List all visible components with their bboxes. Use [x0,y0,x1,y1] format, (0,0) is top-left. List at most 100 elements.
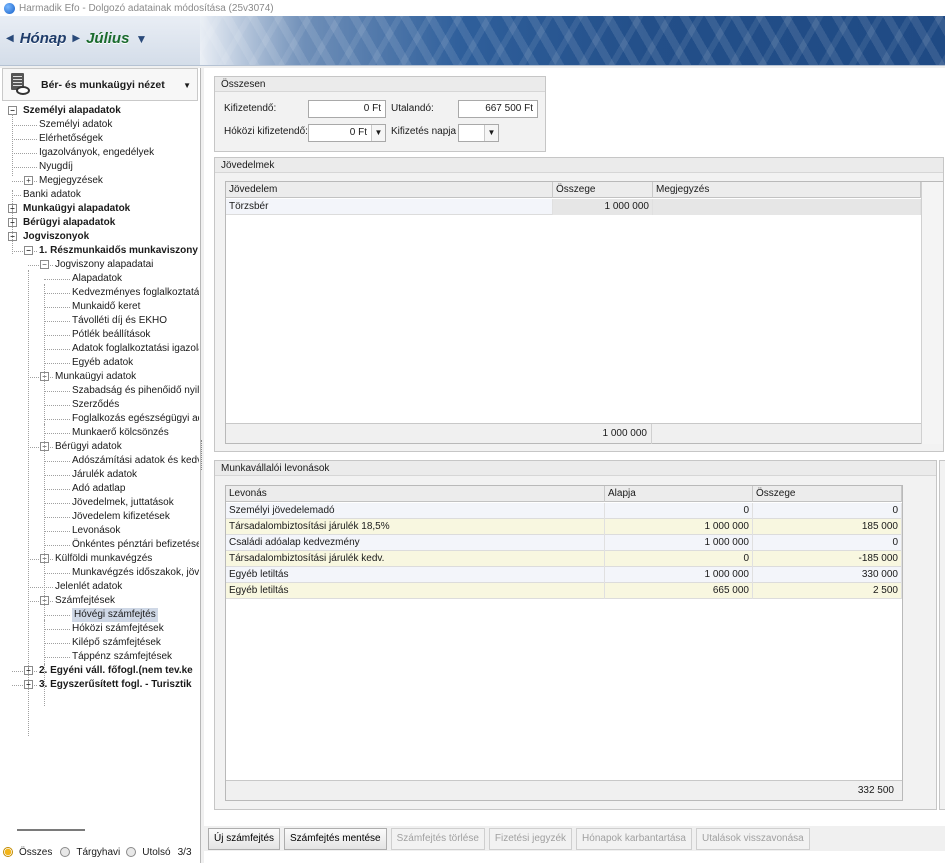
deduction-row[interactable]: Személyi jövedelemadó 0 0 [226,503,902,519]
tree-item[interactable]: +3. Egyszerűsített fogl. - Turisztik [0,678,199,692]
tree-guide-line [12,190,13,254]
tree-item[interactable]: Igazolványok, engedélyek [0,146,199,160]
income-column-header[interactable]: Megjegyzés [653,182,921,198]
tree-item[interactable]: − Munkaügyi adatok [0,370,199,384]
month-menu-icon[interactable]: ▼ [135,32,147,46]
tree-item[interactable]: Munkaerő kölcsönzés [0,426,199,440]
horizontal-scrollbar[interactable] [17,829,85,831]
payable-field[interactable]: 0 Ft [308,100,386,118]
tree-item[interactable]: − Jogviszonyok [0,230,199,244]
tree-connector [12,195,21,196]
tree-item[interactable]: + Munkaügyi alapadatok [0,202,199,216]
payslip-button[interactable]: Fizetési jegyzék [488,827,573,850]
tree-item[interactable]: +2. Egyéni váll. főfogl.(nem tev.ke [0,664,199,678]
deductions-column-header[interactable]: Levonás [226,486,605,502]
tree-item[interactable]: Szabadság és pihenőidő nyilvá [0,384,199,398]
transfer-field[interactable]: 667 500 Ft [458,100,538,118]
tree-item[interactable]: − Jogviszony alapadatai [0,258,199,272]
deductions-grid: Levonás Alapja Összege Személyi jövedelema… [225,485,903,801]
deductions-column-header[interactable]: Alapja [605,486,753,502]
new-payroll-button[interactable]: Új számfejtés [208,827,281,850]
tree-item[interactable]: Táppénz számfejtések [0,650,199,664]
app-icon [4,2,15,14]
deduction-row[interactable]: Társadalombiztosítási járulék kedv. 0 -185… [226,551,902,567]
collapse-icon[interactable]: − [24,246,33,255]
tree-item[interactable]: − Személyi alapadatok [0,104,199,118]
tree-item[interactable]: − Külföldi munkavégzés [0,552,199,566]
tree-connector [44,461,70,462]
tree-item[interactable]: Munkavégzés időszakok, jövec [0,566,199,580]
tree-item[interactable]: Adószámítási adatok és kedve [0,454,199,468]
filter-radio-group: Összes Tárgyhavi Utolsó 3/3 [0,844,199,860]
tree-item[interactable]: Adó adatlap [0,482,199,496]
deductions-title: Munkavállalói levonások [215,461,936,476]
month-maintenance-button[interactable]: Hónapok karbantartása [576,827,692,850]
tree-item-label: Igazolványok, engedélyek [39,147,155,158]
deduction-row[interactable]: Egyéb letiltás 1 000 000 330 000 [226,567,902,583]
tree-item[interactable]: + Bérügyi alapadatok [0,216,199,230]
panel-splitter[interactable] [201,440,203,470]
tree-connector [44,419,70,420]
tree-item[interactable]: Személyi adatok [0,118,199,132]
interim-payable-value: 0 Ft [349,127,367,138]
tree-item-label: Jogviszony alapadatai [55,259,154,270]
tree-item[interactable]: Távolléti díj és EKHO [0,314,199,328]
payday-combo[interactable]: ▼ [458,124,499,142]
tree-item[interactable]: −1. Részmunkaidős munkaviszony [0,244,199,258]
deduction-row[interactable]: Családi adóalap kedvezmény 1 000 000 0 [226,535,902,551]
tree-item[interactable]: Munkaidő keret [0,300,199,314]
tree-item-label: Munkavégzés időszakok, jövec [72,567,199,578]
tree-item[interactable]: − Bérügyi adatok [0,440,199,454]
tree-item[interactable]: Adatok foglalkoztatási igazolás [0,342,199,356]
tree-item[interactable]: Nyugdíj [0,160,199,174]
radio-monthly[interactable] [60,847,71,857]
tree-item[interactable]: Kedvezményes foglalkoztatás [0,286,199,300]
income-row[interactable]: Törzsbér 1 000 000 [226,199,921,215]
radio-last-label: Utolsó [142,846,171,858]
tree-item-label: Bérügyi alapadatok [23,217,116,228]
tree-item[interactable]: Szerződés [0,398,199,412]
interim-payable-combo[interactable]: 0 Ft ▼ [308,124,386,142]
tree-item[interactable]: Elérhetőségek [0,132,199,146]
tree-item[interactable]: Jövedelem kifizetések [0,510,199,524]
chevron-down-icon[interactable]: ▼ [371,125,385,141]
tree-item[interactable]: Hóközi számfejtések [0,622,199,636]
tree-item[interactable]: Jelenlét adatok [0,580,199,594]
next-period-icon[interactable]: ▶ [72,33,80,44]
tree-item-label: Jelenlét adatok [55,581,123,592]
chevron-down-icon[interactable]: ▼ [183,81,191,90]
tree-item[interactable]: Kilépő számfejtések [0,636,199,650]
tree-item[interactable]: Járulék adatok [0,468,199,482]
tree-item[interactable]: Levonások [0,524,199,538]
income-vertical-scrollbar[interactable] [921,182,943,444]
tree-item[interactable]: Önkéntes pénztári befizetések [0,538,199,552]
tree-item[interactable]: Banki adatok [0,188,199,202]
radio-all[interactable] [3,847,13,857]
main-panel: Összesen Kifizetendő: 0 Ft Utalandó: 667… [204,68,945,863]
tree-item[interactable]: Hóvégi számfejtés [0,608,199,622]
tree-item[interactable]: Pótlék beállítások [0,328,199,342]
tree-item[interactable]: − Számfejtések [0,594,199,608]
delete-payroll-button[interactable]: Számfejtés törlése [390,827,485,850]
prev-period-icon[interactable]: ◀ [6,33,14,44]
tree-item[interactable]: Jövedelmek, juttatások [0,496,199,510]
deduction-row[interactable]: Egyéb letiltás 665 000 2 500 [226,583,902,599]
radio-last[interactable] [126,847,137,857]
chevron-down-icon[interactable]: ▼ [484,125,498,141]
view-selector[interactable]: Bér- és munkaügyi nézet ▼ [2,68,198,101]
income-column-header[interactable]: Jövedelem [226,182,553,198]
tree-item[interactable]: Alapadatok [0,272,199,286]
expand-icon[interactable]: + [24,176,33,185]
deductions-column-header[interactable]: Összege [753,486,902,502]
collapse-icon[interactable]: − [40,260,49,269]
tree-item[interactable]: + Megjegyzések [0,174,199,188]
tree-item[interactable]: Foglalkozás egészségügyi ada [0,412,199,426]
deduction-row[interactable]: Társadalombiztosítási járulék 18,5% 1 000… [226,519,902,535]
tree-item[interactable]: Egyéb adatok [0,356,199,370]
period-type-label[interactable]: Hónap [20,30,67,47]
current-month[interactable]: Július [86,30,129,47]
income-column-header[interactable]: Összege [553,182,653,198]
revoke-transfers-button[interactable]: Utalások visszavonása [696,827,810,850]
save-payroll-button[interactable]: Számfejtés mentése [284,827,387,850]
deductions-group: Munkavállalói levonások Levonás Alapja Öss… [214,460,937,810]
